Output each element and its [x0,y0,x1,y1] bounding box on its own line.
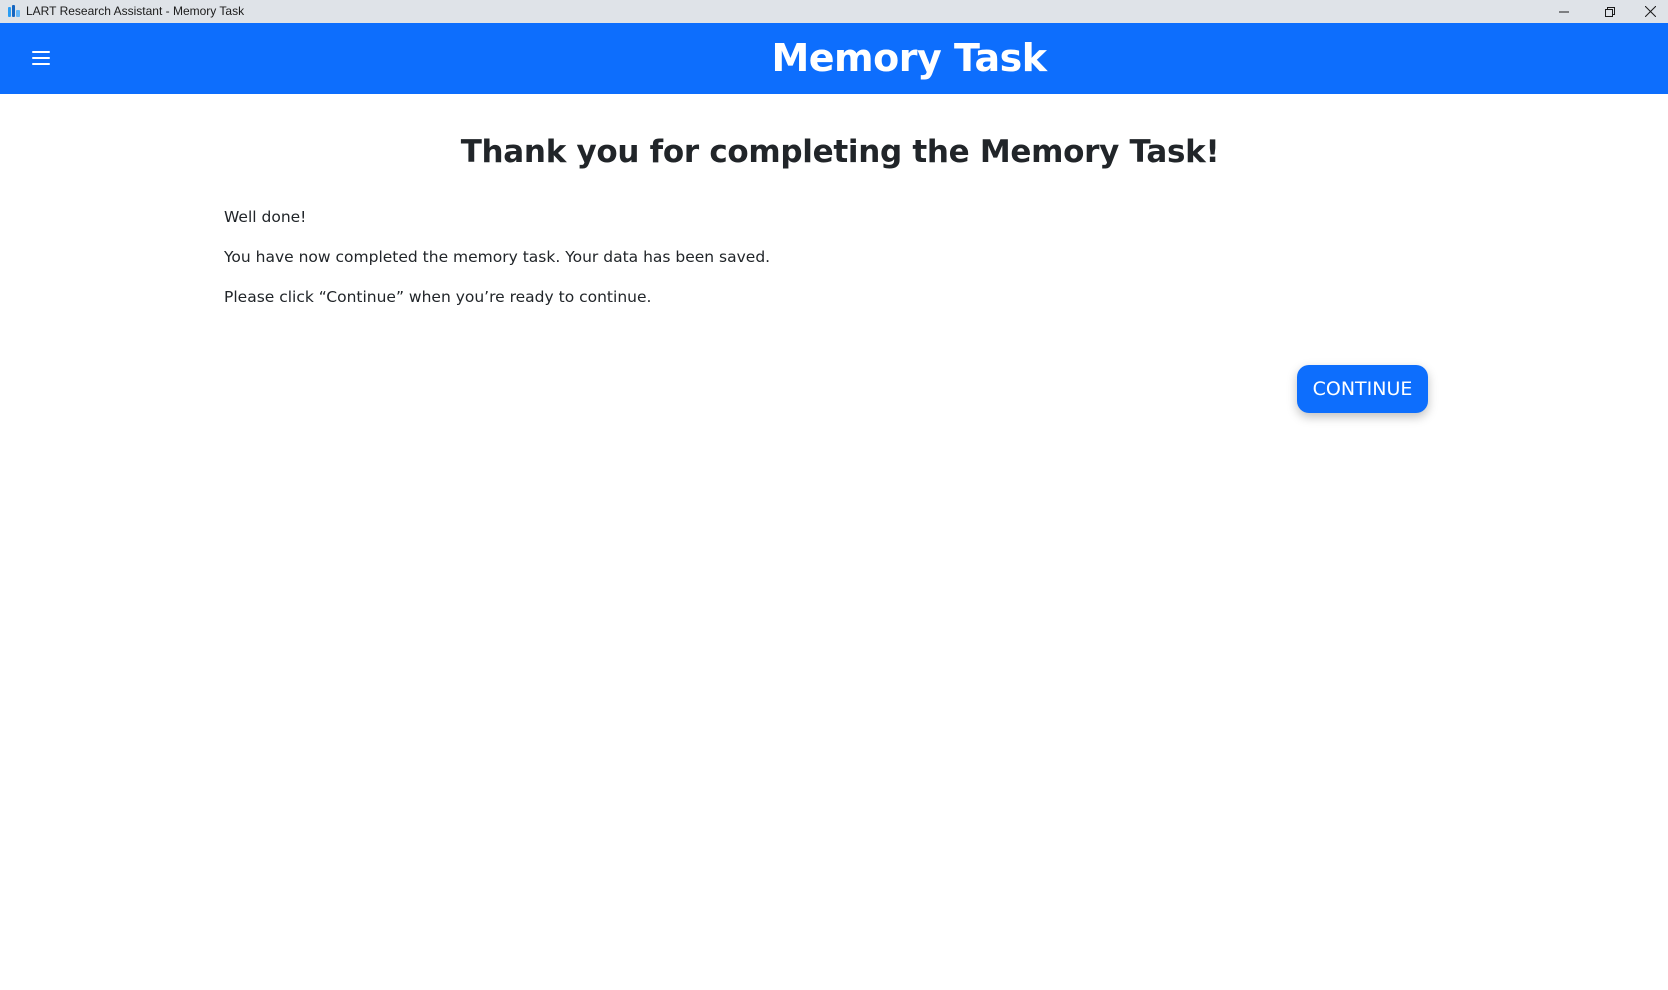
app-icon [8,5,20,17]
top-navbar: Memory Task [0,23,1668,94]
restore-icon [1605,6,1615,17]
window-titlebar: LART Research Assistant - Memory Task [0,0,1668,23]
minimize-button[interactable] [1541,0,1587,23]
page-title: Memory Task [771,36,1047,80]
hamburger-menu-icon[interactable] [30,47,52,69]
completion-heading: Thank you for completing the Memory Task… [460,134,1220,170]
close-button[interactable] [1633,0,1668,23]
minimize-icon [1559,11,1569,12]
window-title: LART Research Assistant - Memory Task [26,4,245,18]
close-icon [1645,6,1656,17]
message-well-done: Well done! [224,208,307,226]
continue-button[interactable]: CONTINUE [1297,365,1428,413]
message-data-saved: You have now completed the memory task. … [224,248,771,266]
message-instructions: Please click “Continue” when you’re read… [224,288,652,306]
restore-button[interactable] [1587,0,1633,23]
